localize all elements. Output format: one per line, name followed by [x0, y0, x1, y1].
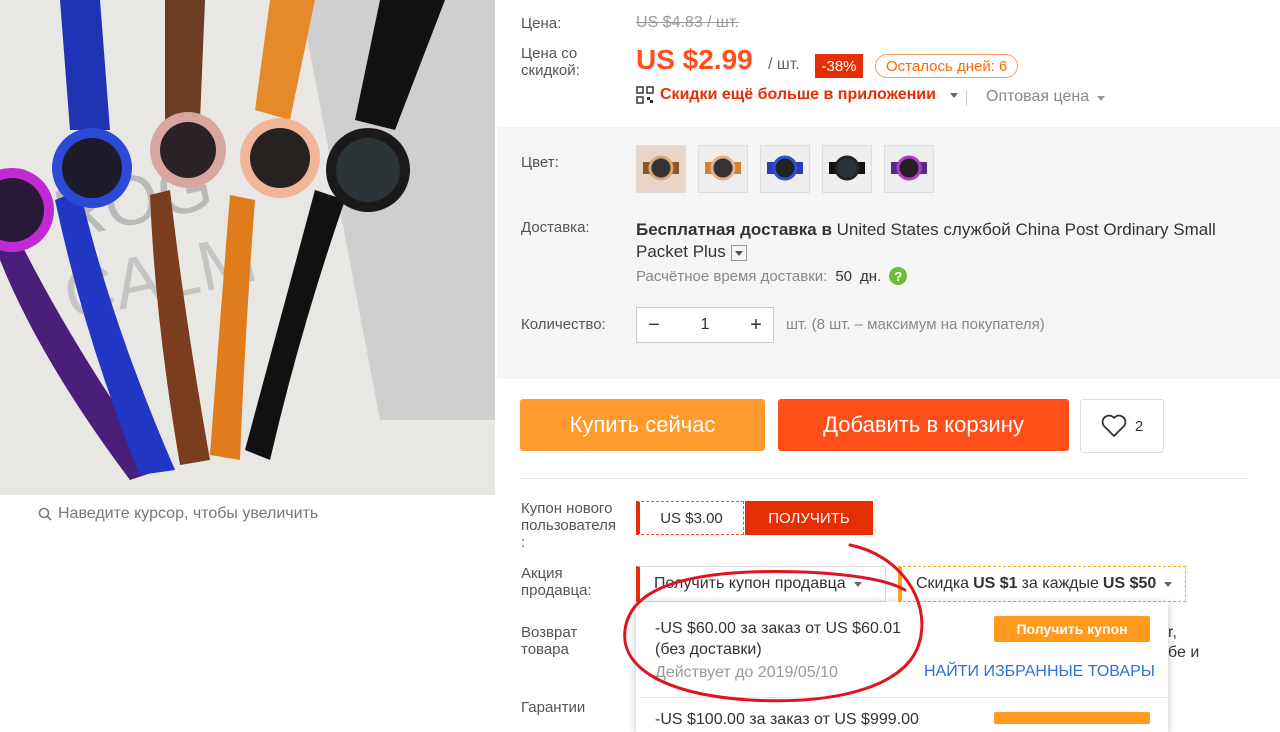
get-seller-coupon-button-2[interactable]: [994, 712, 1150, 724]
delivery-estimate: Расчётное время доставки: 50 дн. ?: [636, 267, 908, 285]
quantity-input[interactable]: 1: [688, 316, 722, 334]
color-swatch-1[interactable]: [636, 145, 686, 193]
days-left-badge: Осталось дней: 6: [875, 54, 1019, 78]
chevron-down-icon: [1164, 581, 1173, 587]
watch-thumbnail: [823, 146, 871, 192]
coupon-offer-note: (без доставки): [655, 641, 762, 658]
coupon-offer-text: -US $60.00 за заказ от US $60.01: [655, 620, 902, 637]
wishlist-button[interactable]: 2: [1080, 399, 1164, 453]
eta-unit: дн.: [860, 267, 882, 285]
wholesale-price-link[interactable]: Оптовая цена: [986, 88, 1106, 106]
app-promo-link[interactable]: Скидки ещё больше в приложении: [636, 86, 958, 104]
returns-text-fragment: r,: [1168, 624, 1177, 641]
coupon-offer-2: -US $100.00 за заказ от US $999.00: [655, 711, 919, 728]
watches-photo: ROG CALM: [0, 0, 495, 495]
shipping-method-text: United States службой China Post Ordinar…: [831, 220, 1216, 239]
help-icon[interactable]: ?: [889, 267, 908, 285]
coupon-valid-until: Действует до 2019/05/10: [655, 664, 838, 681]
color-swatch-4[interactable]: [822, 145, 872, 193]
zoom-hint-text: Наведите курсор, чтобы увеличить: [58, 505, 319, 522]
shipping-method-text-2: Packet Plus: [636, 242, 726, 261]
color-swatch-3[interactable]: [760, 145, 810, 193]
buy-now-button[interactable]: Купить сейчас: [520, 399, 765, 451]
divider: [520, 478, 1248, 479]
coupon-offer-1: -US $60.00 за заказ от US $60.01 (без до…: [655, 618, 901, 660]
shipping-label: Доставка:: [521, 219, 590, 236]
zoom-hint: Наведите курсор, чтобы увеличить: [38, 505, 318, 523]
guarantee-label: Гарантии: [521, 699, 586, 716]
increase-button[interactable]: +: [739, 314, 773, 337]
divider: [966, 90, 967, 106]
shipping-info: Бесплатная доставка в United States служ…: [636, 219, 1236, 263]
color-label: Цвет:: [521, 154, 559, 171]
app-promo-text: Скидки ещё больше в приложении: [660, 86, 936, 103]
qr-code-icon: [636, 86, 654, 104]
watch-thumbnail: [761, 146, 809, 192]
search-icon: [38, 507, 52, 521]
discount-badge: -38%: [815, 54, 863, 78]
decrease-button[interactable]: −: [637, 314, 671, 337]
returns-text-fragment-2: бе и: [1168, 644, 1200, 661]
shipping-dropdown[interactable]: [730, 244, 747, 261]
watch-thumbnail: [637, 146, 685, 192]
current-price: US $2.99: [636, 44, 753, 75]
seller-discount-select[interactable]: Скидка US $1 за каждые US $50: [898, 566, 1186, 602]
watch-thumbnail: [885, 146, 933, 192]
chevron-down-icon: [734, 250, 743, 256]
quantity-label: Количество:: [521, 316, 606, 333]
new-user-coupon-amount: US $3.00: [636, 501, 744, 535]
chevron-down-icon: [1097, 96, 1106, 101]
new-user-coupon-label: Купон нового пользователя:: [521, 500, 616, 551]
get-coupon-button[interactable]: ПОЛУЧИТЬ: [745, 501, 873, 535]
eta-value: 50: [835, 267, 853, 285]
wish-count: 2: [1134, 417, 1144, 435]
chevron-down-icon: [949, 92, 958, 98]
price-unit: / шт.: [768, 56, 800, 73]
watch-thumbnail: [699, 146, 747, 192]
seller-coupon-select[interactable]: Получить купон продавца: [636, 566, 886, 602]
get-seller-coupon-button[interactable]: Получить купон: [994, 616, 1150, 642]
chevron-down-icon: [853, 581, 862, 587]
free-shipping-text: Бесплатная доставка в: [636, 220, 832, 239]
color-swatch-2[interactable]: [698, 145, 748, 193]
heart-icon: [1101, 414, 1127, 437]
discount-price-label: Цена со скидкой:: [521, 45, 580, 79]
product-image[interactable]: ROG CALM: [0, 0, 495, 495]
divider: [640, 697, 1168, 698]
find-favorites-link[interactable]: НАЙТИ ИЗБРАННЫЕ ТОВАРЫ: [924, 663, 1155, 681]
seller-promo-label: Акция продавца:: [521, 565, 592, 599]
eta-label: Расчётное время доставки:: [636, 267, 828, 285]
price-label: Цена:: [521, 15, 562, 32]
quantity-stepper: − 1 +: [636, 307, 774, 343]
seller-coupon-select-text: Получить купон продавца: [654, 575, 846, 592]
original-price: US $4.83 / шт.: [636, 14, 739, 31]
color-swatch-5[interactable]: [884, 145, 934, 193]
add-to-cart-button[interactable]: Добавить в корзину: [778, 399, 1069, 451]
returns-label: Возврат товара: [521, 624, 578, 658]
quantity-note: шт. (8 шт. – максимум на покупателя): [786, 316, 1045, 333]
